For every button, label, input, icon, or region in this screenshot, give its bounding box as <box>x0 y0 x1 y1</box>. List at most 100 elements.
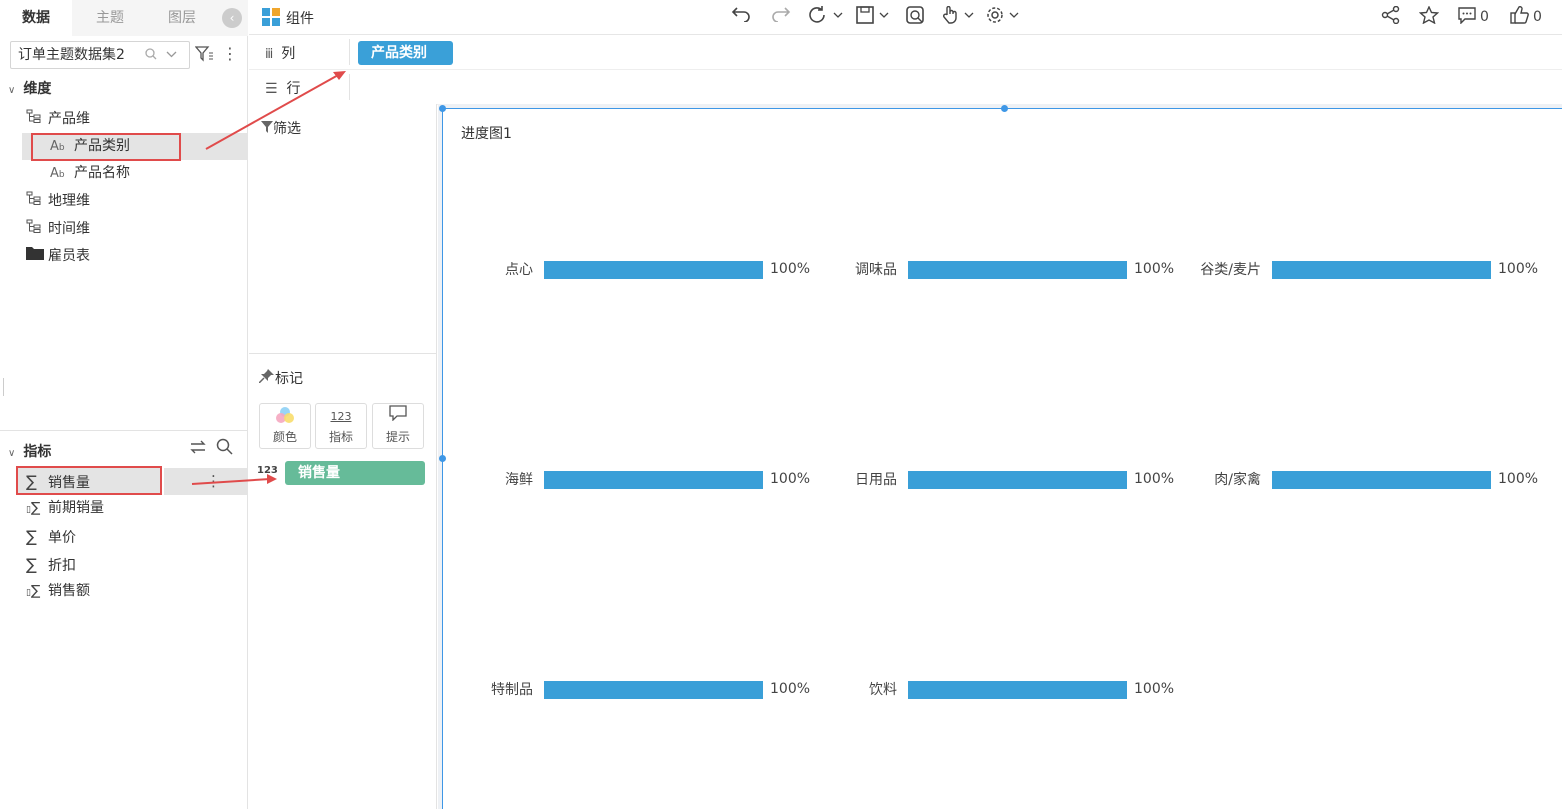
refresh-icon[interactable] <box>808 6 844 28</box>
rows-shelf: ☰ 行 <box>249 70 1562 105</box>
tree-item-discount[interactable]: ∑ 折扣 <box>26 551 76 578</box>
search-icon[interactable] <box>216 438 233 459</box>
progress-value-label: 100% <box>1498 261 1539 277</box>
section-divider <box>0 430 248 431</box>
progress-bar-fill <box>544 261 763 279</box>
hierarchy-icon <box>26 216 48 243</box>
color-palette-icon <box>260 404 310 428</box>
tab-data[interactable]: 数据 <box>0 0 72 36</box>
resize-handle[interactable] <box>439 455 446 462</box>
progress-bar-fill <box>1272 471 1491 489</box>
resize-handle[interactable] <box>1001 105 1008 112</box>
progress-track[interactable] <box>544 681 763 699</box>
columns-shelf: ⅲ 列 产品类别 <box>249 35 1562 70</box>
more-options-icon[interactable]: ⋮ <box>206 468 221 495</box>
tree-item-employee-table[interactable]: 雇员表 <box>26 243 90 270</box>
dataset-selector[interactable]: 订单主题数据集2 <box>10 41 190 69</box>
chart-title: 进度图1 <box>461 126 512 142</box>
filter-fields-icon[interactable] <box>194 46 213 66</box>
tree-item-time-dim[interactable]: 时间维 <box>26 216 90 243</box>
tree-item-prev-sales[interactable]: ▯∑ 前期销量 <box>26 495 104 522</box>
tooltip-mark-button[interactable]: 提示 <box>372 403 424 449</box>
config-panel: 筛选 标记 颜色 123 指标 提示 123 销售量 <box>249 104 437 809</box>
save-icon[interactable] <box>856 6 892 28</box>
resize-handle[interactable] <box>439 105 446 112</box>
tree-item-unit-price[interactable]: ∑ 单价 <box>26 523 76 550</box>
measure-mark-button[interactable]: 123 指标 <box>315 403 367 449</box>
columns-icon: ⅲ <box>265 47 273 62</box>
text-field-icon: Ab <box>50 166 65 181</box>
columns-shelf-label: ⅲ 列 <box>265 46 296 62</box>
shelf-divider <box>349 74 350 100</box>
progress-bar-fill <box>908 261 1127 279</box>
progress-track[interactable] <box>908 471 1127 489</box>
data-panel: 数据 主题 图层 ‹ 订单主题数据集2 ⋮ ∨ 维度 产品维 Ab 产品类别 Ab 产… <box>0 0 248 809</box>
resize-grip[interactable] <box>3 378 4 396</box>
progress-value-label: 100% <box>1134 681 1175 697</box>
filter-panel-title[interactable]: 筛选 <box>261 118 301 138</box>
redo-icon[interactable] <box>771 6 791 28</box>
progress-track[interactable] <box>908 681 1127 699</box>
share-icon[interactable] <box>1381 5 1401 28</box>
components-label[interactable]: 组件 <box>286 8 314 28</box>
progress-value-label: 100% <box>1134 261 1175 277</box>
progress-track[interactable] <box>1272 261 1491 279</box>
funnel-icon <box>261 121 273 137</box>
chevron-down-icon[interactable] <box>166 42 177 68</box>
progress-track[interactable] <box>544 471 763 489</box>
progress-track[interactable] <box>544 261 763 279</box>
like-thumb-icon[interactable] <box>1510 6 1530 28</box>
panel-divider <box>249 353 437 354</box>
hierarchy-icon <box>26 106 48 133</box>
progress-track[interactable] <box>1272 471 1491 489</box>
tree-item-product-dim[interactable]: 产品维 <box>26 106 90 133</box>
progress-category-label: 特制品 <box>491 682 533 698</box>
progress-value-label: 100% <box>770 471 811 487</box>
dimension-section-header[interactable]: ∨ 维度 <box>8 78 51 98</box>
tree-item-sales-amount[interactable]: ▯∑ 销售额 <box>26 578 90 605</box>
calc-sigma-icon: ▯∑ <box>26 583 41 599</box>
swap-icon[interactable] <box>189 439 207 459</box>
highlight-box <box>16 466 162 495</box>
tab-layers[interactable]: 图层 <box>146 0 218 36</box>
calc-sigma-icon: ▯∑ <box>26 500 41 516</box>
interaction-hand-icon[interactable] <box>941 5 977 28</box>
like-count: 0 <box>1533 9 1542 25</box>
column-field-pill[interactable]: 产品类别 <box>358 41 453 65</box>
settings-gear-icon[interactable] <box>986 6 1022 28</box>
comment-icon[interactable] <box>1457 6 1477 28</box>
measure-field-pill[interactable]: 销售量 <box>285 461 425 485</box>
progress-category-label: 肉/家禽 <box>1214 472 1261 488</box>
progress-value-label: 100% <box>1498 471 1539 487</box>
comment-count: 0 <box>1480 9 1489 25</box>
number-123-icon: 123 <box>330 410 352 423</box>
sigma-icon: ∑ <box>26 527 37 546</box>
pin-icon <box>258 369 275 387</box>
progress-category-label: 饮料 <box>869 682 897 698</box>
progress-bar-fill <box>1272 261 1491 279</box>
color-mark-button[interactable]: 颜色 <box>259 403 311 449</box>
shelf-divider <box>349 39 350 65</box>
undo-icon[interactable] <box>731 6 751 28</box>
components-icon[interactable] <box>262 8 280 30</box>
progress-track[interactable] <box>908 261 1127 279</box>
speech-bubble-icon <box>373 404 423 428</box>
favorite-star-icon[interactable] <box>1418 5 1440 28</box>
progress-chart-widget[interactable]: 进度图1 点心 100% 调味品 100% 谷类/麦片 100% 海鲜 100% 日用品 100%… <box>442 108 1562 809</box>
progress-category-label: 海鲜 <box>505 472 533 488</box>
more-options-icon[interactable]: ⋮ <box>222 44 238 64</box>
tree-item-product-name[interactable]: Ab 产品名称 <box>50 160 130 187</box>
top-toolbar: 组件 0 0 <box>249 0 1562 35</box>
collapse-panel-icon[interactable]: ‹ <box>222 8 242 28</box>
search-icon[interactable] <box>145 42 157 68</box>
chevron-down-icon[interactable]: ∨ <box>8 85 15 96</box>
measure-section-header[interactable]: ∨ 指标 <box>8 441 51 461</box>
tree-item-geo-dim[interactable]: 地理维 <box>26 188 90 215</box>
preview-icon[interactable] <box>906 6 926 28</box>
dataset-name: 订单主题数据集2 <box>18 47 125 63</box>
chevron-down-icon[interactable]: ∨ <box>8 448 15 459</box>
tab-theme[interactable]: 主题 <box>74 0 146 36</box>
progress-bar-fill <box>544 681 763 699</box>
progress-category-label: 日用品 <box>855 472 897 488</box>
progress-category-label: 点心 <box>505 262 533 278</box>
